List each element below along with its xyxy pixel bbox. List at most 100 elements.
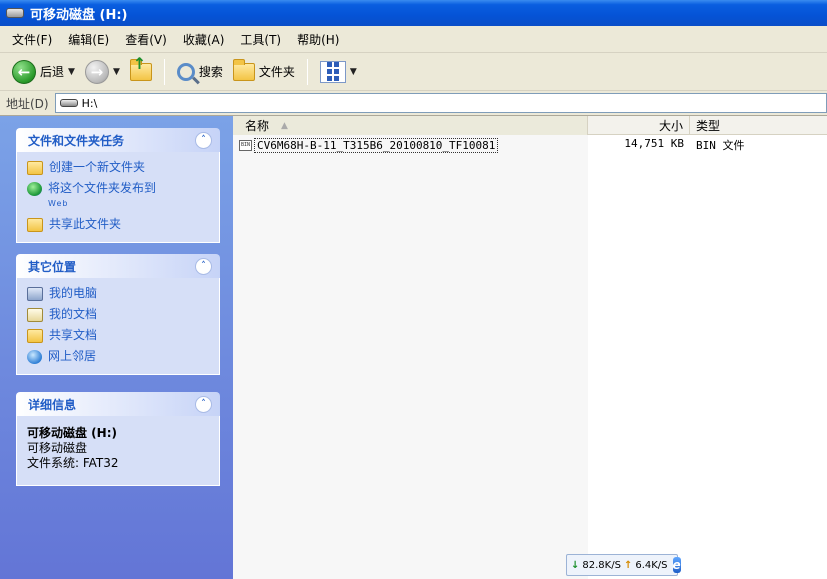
back-label: 后退 xyxy=(40,65,65,79)
task-share-folder[interactable]: 共享此文件夹 xyxy=(27,217,209,232)
place-network[interactable]: 网上邻居 xyxy=(27,349,209,364)
folders-button[interactable]: 文件夹 xyxy=(229,57,299,87)
sort-ascending-icon: ▲ xyxy=(281,120,288,131)
column-header-type[interactable]: 类型 xyxy=(690,116,827,135)
new-folder-icon xyxy=(27,161,43,175)
views-button[interactable]: ▼ xyxy=(316,57,361,87)
download-arrow-icon: ↓ xyxy=(571,559,580,571)
address-value: H:\ xyxy=(81,96,98,110)
file-type: BIN 文件 xyxy=(696,139,745,152)
task-new-folder[interactable]: 创建一个新文件夹 xyxy=(27,160,209,175)
file-row[interactable]: BIN CV6M68H-B-11_T315B6_20100810_TF10081… xyxy=(233,137,827,153)
forward-button[interactable]: → ▼ xyxy=(81,57,124,87)
column-header-size-label: 大小 xyxy=(658,119,683,133)
menu-edit[interactable]: 编辑(E) xyxy=(60,31,117,48)
place-my-computer[interactable]: 我的电脑 xyxy=(27,286,209,301)
back-button[interactable]: ← 后退 ▼ xyxy=(8,57,79,87)
toolbar-separator xyxy=(163,58,165,85)
tasks-panel-header[interactable]: 文件和文件夹任务 ˄ xyxy=(16,128,220,152)
removable-drive-icon xyxy=(6,8,24,18)
download-speed: 82.8K/S xyxy=(582,559,621,571)
places-panel-title: 其它位置 xyxy=(28,259,77,274)
bin-file-icon: BIN xyxy=(239,139,252,151)
search-button[interactable]: 搜索 xyxy=(173,57,227,87)
column-header-name-label: 名称 xyxy=(245,119,270,133)
details-filesystem: 文件系统: FAT32 xyxy=(27,456,119,470)
window-title: 可移动磁盘 (H:) xyxy=(30,7,128,23)
details-panel-title: 详细信息 xyxy=(28,397,77,412)
network-speed-widget: ↓ 82.8K/S ↑ 6.4K/S e xyxy=(566,554,681,576)
details-panel: 详细信息 ˄ 可移动磁盘 (H:) 可移动磁盘 文件系统: FAT32 xyxy=(16,392,220,486)
collapse-chevron-icon[interactable]: ˄ xyxy=(195,257,212,275)
up-folder-button[interactable]: ↑ xyxy=(126,53,156,87)
file-name-cell: BIN CV6M68H-B-11_T315B6_20100810_TF10081 xyxy=(233,137,588,153)
place-shared-documents[interactable]: 共享文档 xyxy=(27,328,209,343)
toolbar-separator xyxy=(306,58,308,85)
details-panel-body: 可移动磁盘 (H:) 可移动磁盘 文件系统: FAT32 xyxy=(16,416,220,486)
menu-favorites[interactable]: 收藏(A) xyxy=(175,31,233,48)
my-computer-icon xyxy=(27,287,43,301)
places-panel-body: 我的电脑 我的文档 共享文档 网上邻居 xyxy=(16,278,220,375)
share-folder-icon xyxy=(27,218,43,232)
tasks-panel-body: 创建一个新文件夹 将这个文件夹发布到 Web 共享此文件夹 xyxy=(16,152,220,243)
place-network-label: 网上邻居 xyxy=(48,349,97,363)
place-my-documents-label: 我的文档 xyxy=(49,307,98,321)
address-bar: 地址(D) H:\ xyxy=(0,91,827,116)
details-panel-header[interactable]: 详细信息 ˄ xyxy=(16,392,220,416)
search-label: 搜索 xyxy=(198,65,223,79)
forward-dropdown-icon[interactable]: ▼ xyxy=(113,67,120,77)
folders-icon xyxy=(232,58,255,81)
title-bar: 可移动磁盘 (H:) xyxy=(0,0,827,26)
task-pane: 文件和文件夹任务 ˄ 创建一个新文件夹 将这个文件夹发布到 Web 共享此文件夹 xyxy=(0,116,233,579)
views-dropdown-icon[interactable]: ▼ xyxy=(350,67,357,77)
file-size: 14,751 KB xyxy=(624,137,684,150)
details-drive-kind: 可移动磁盘 xyxy=(27,441,88,455)
menu-tools[interactable]: 工具(T) xyxy=(232,31,289,48)
place-shared-documents-label: 共享文档 xyxy=(49,328,98,342)
folders-label: 文件夹 xyxy=(258,65,295,79)
upload-speed: 6.4K/S xyxy=(635,559,668,571)
column-header-name[interactable]: 名称 ▲ xyxy=(233,116,588,135)
search-icon xyxy=(176,62,195,81)
up-arrow-icon: ↑ xyxy=(132,53,147,73)
sorted-column-background xyxy=(233,135,588,579)
back-arrow-icon: ← xyxy=(12,59,36,84)
file-list: 名称 ▲ 大小 类型 BIN CV6M68H-B-11_T315B6_20100… xyxy=(233,116,827,579)
menu-view[interactable]: 查看(V) xyxy=(117,31,175,48)
back-dropdown-icon[interactable]: ▼ xyxy=(68,67,75,77)
tasks-panel-title: 文件和文件夹任务 xyxy=(28,133,125,148)
internet-explorer-icon[interactable]: e xyxy=(672,557,681,573)
task-publish-web-sub: Web xyxy=(48,199,69,208)
tasks-panel: 文件和文件夹任务 ˄ 创建一个新文件夹 将这个文件夹发布到 Web 共享此文件夹 xyxy=(16,128,220,243)
views-icon xyxy=(319,60,346,83)
menu-bar: 文件(F) 编辑(E) 查看(V) 收藏(A) 工具(T) 帮助(H) xyxy=(0,26,827,53)
place-my-documents[interactable]: 我的文档 xyxy=(27,307,209,322)
forward-arrow-icon: → xyxy=(84,59,109,84)
my-documents-icon xyxy=(27,308,43,322)
network-places-icon xyxy=(27,350,42,364)
column-header-type-label: 类型 xyxy=(696,119,721,133)
task-share-folder-label: 共享此文件夹 xyxy=(49,217,122,231)
column-header-size[interactable]: 大小 xyxy=(588,116,690,135)
toolbar: ← 后退 ▼ → ▼ ↑ 搜索 文件夹 ▼ xyxy=(0,53,827,91)
task-new-folder-label: 创建一个新文件夹 xyxy=(49,160,146,174)
upload-arrow-icon: ↑ xyxy=(623,559,633,571)
collapse-chevron-icon[interactable]: ˄ xyxy=(195,395,212,413)
places-panel: 其它位置 ˄ 我的电脑 我的文档 共享文档 网上邻居 xyxy=(16,254,220,375)
place-my-computer-label: 我的电脑 xyxy=(49,286,98,300)
removable-drive-icon xyxy=(59,99,78,107)
task-publish-web-text: 将这个文件夹发布到 Web xyxy=(48,181,156,211)
address-label: 地址(D) xyxy=(6,96,49,111)
web-publish-icon xyxy=(27,182,42,196)
details-drive-name: 可移动磁盘 (H:) xyxy=(27,426,117,440)
task-publish-web[interactable]: 将这个文件夹发布到 Web xyxy=(27,181,209,211)
shared-documents-icon xyxy=(27,329,43,343)
file-name: CV6M68H-B-11_T315B6_20100810_TF10081 xyxy=(254,137,499,153)
column-headers: 名称 ▲ 大小 类型 xyxy=(233,116,827,135)
places-panel-header[interactable]: 其它位置 ˄ xyxy=(16,254,220,278)
menu-file[interactable]: 文件(F) xyxy=(4,31,60,48)
menu-help[interactable]: 帮助(H) xyxy=(289,31,347,48)
task-publish-web-label: 将这个文件夹发布到 xyxy=(48,181,157,195)
collapse-chevron-icon[interactable]: ˄ xyxy=(195,131,212,149)
address-input[interactable]: H:\ xyxy=(54,93,827,113)
